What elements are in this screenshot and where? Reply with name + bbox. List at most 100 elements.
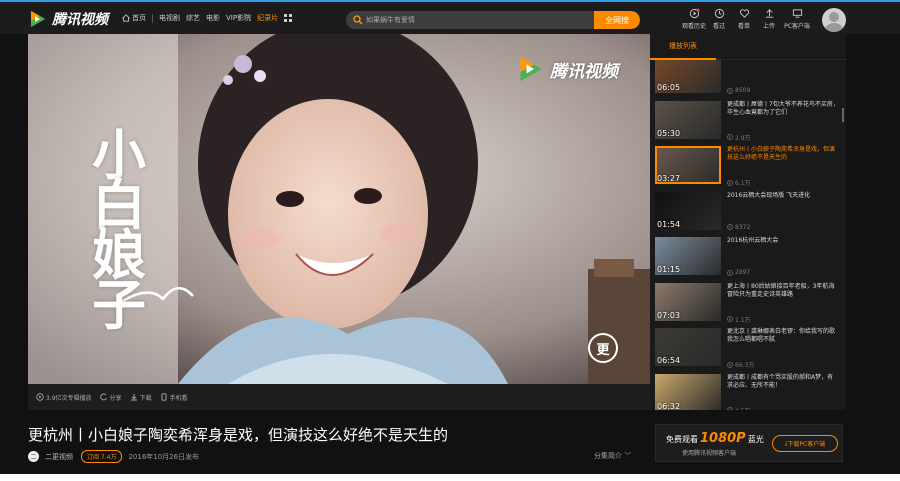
subscribe-badge[interactable]: 订阅 7.4万 [81,450,123,463]
playlist-thumbnail[interactable]: 06:05 [655,60,721,93]
share-button[interactable]: 分享 [99,393,122,402]
promo-suffix: 蓝光 [747,435,764,444]
playlist-play-count: 2.9万 [727,133,751,142]
chevron-down-icon: ﹀ [624,452,632,460]
page-bottom-margin [0,474,900,481]
vertical-title-char: 子 [92,273,146,337]
playlist-item[interactable]: 01:15 2016杭州云栖大会 2897 [655,237,841,281]
playlist-item[interactable]: 03:27 更杭州丨小白娘子陶奕希浑身是戏，但演技这么好绝不是天生的 6.1万 [655,146,841,190]
avatar-body-shape [825,23,843,32]
playlist-duration: 05:30 [657,128,681,138]
logo-text: 腾讯视频 [52,12,108,28]
more-grid-icon[interactable] [284,14,293,22]
nav-variety[interactable]: 综艺 [186,13,200,23]
playlist-item[interactable]: 06:05 8509 [655,60,841,99]
avatar-head-shape [829,12,839,22]
playlist-play-count-value: 8372 [735,223,751,231]
playlist-thumbnail[interactable]: 06:54 [655,328,721,366]
playlist-play-count: 6.1万 [727,178,751,187]
playlist-item[interactable]: 06:54 更北京丨龚琳娜表白老锣：你给我写的歌我怎么唱都唱不腻 66.3万 [655,328,841,372]
episode-intro-label: 分集简介 [594,452,622,460]
video-player[interactable]: 小 白 娘 子 腾讯视频 更 [28,34,650,384]
download-pc-client-button[interactable]: ⤓ 下载PC客户端 [772,435,838,452]
playlist-item[interactable]: 01:54 2016云栖大会现场版 飞天进化 8372 [655,191,841,236]
playlist: 06:05 8509 05:30 更成都丨屌德丨7旬大爷不养花鸟不买房，毕生心血竟都为… [650,60,846,410]
pc-client-button[interactable]: PC客户端 [782,8,812,30]
playlist-play-count-value: 1.1万 [735,316,751,324]
nav-tv[interactable]: 电视剧 [159,13,180,23]
playlist-play-count: 8509 [727,87,750,94]
playlist-thumbnail[interactable]: 01:15 [655,237,721,275]
nav-documentary[interactable]: 纪录片 [257,13,278,23]
user-avatar[interactable] [822,8,846,32]
playlist-thumbnail[interactable]: 06:32 [655,373,721,411]
playlist-item[interactable]: 07:03 更上海丨80后姑娘接百年老船，3年航海冒险只为重走史诗英雄路 1.1万 [655,282,841,327]
playlist-item[interactable]: 06:32 更成都丨成都有个骂实股的郝和A梦，有求必应、无所不能！ 4.5万 [655,373,841,411]
playlist-title[interactable]: 2016云栖大会现场版 飞天进化 [727,192,839,200]
play-count-label: 3.9亿次专辑播放 [46,394,92,402]
promo-prefix: 免费观看 [666,435,698,444]
promo-highlight: 1080P [700,431,746,446]
player-action-bar: 3.9亿次专辑播放 分享 下载 手机看 [28,384,650,410]
download-pc-client-label: 下载PC客户端 [787,441,826,448]
mobile-watch-button[interactable]: 手机看 [160,393,188,402]
play-count-icon [727,224,733,230]
pc-client-label: PC客户端 [784,23,810,30]
download-icon [130,394,137,401]
tab-playlist[interactable]: 播放列表 [650,34,716,60]
home-icon [122,14,130,22]
playlist-title[interactable]: 更杭州丨小白娘子陶奕希浑身是戏，但演技这么好绝不是天生的 [727,146,839,162]
playlist-thumbnail[interactable]: 05:30 [655,100,721,139]
share-label: 分享 [109,394,122,402]
episode-intro-toggle[interactable]: 分集简介 ﹀ [594,451,631,461]
download-button[interactable]: 下载 [130,393,152,402]
playlist-thumbnail[interactable]: 07:03 [655,282,721,321]
promo-headline: 免费观看 1080P 蓝光 [666,431,764,446]
uploader-avatar[interactable]: 二 [28,451,39,462]
nav-movie[interactable]: 电影 [206,13,220,23]
playlist-title[interactable]: 更上海丨80后姑娘接百年老船，3年航海冒险只为重走史诗英雄路 [727,283,839,299]
playlist-play-count-value: 6.1万 [735,180,751,187]
mobile-watch-label: 手机看 [169,394,188,402]
history-button[interactable]: 观看历史 [682,8,706,30]
play-count-icon [727,269,733,276]
video-vertical-title: 小 白 娘 子 [92,128,152,337]
heart-icon [739,9,749,18]
playlist-title[interactable]: 更成都丨成都有个骂实股的郝和A梦，有求必应、无所不能！ [727,374,839,390]
search-bar: 全网搜 [346,11,640,29]
playlist-duration: 03:27 [657,174,681,183]
playlist-scrollbar[interactable] [842,108,844,122]
upload-button[interactable]: 上传 [757,8,781,30]
play-logo-icon [31,11,45,27]
nav-vip[interactable]: VIP影院 [226,13,251,23]
playlist-duration: 06:32 [657,401,681,411]
favorites-button[interactable]: 看单 [732,8,756,30]
playlist-thumbnail[interactable]: 03:27 [655,146,721,184]
watermark-logo-icon [520,57,542,81]
playlist-play-count: 66.3万 [727,360,754,369]
header-tools: 观看历史 看过 看单 上传 PC客户端 [682,8,813,30]
site-logo[interactable]: 腾讯视频 [28,9,118,29]
publish-date: 2016年10月26日发布 [128,452,200,461]
uploader-name[interactable]: 二更视频 [45,452,73,462]
playlist-title[interactable]: 更北京丨龚琳娜表白老锣：你给我写的歌我怎么唱都唱不腻 [727,328,839,344]
playlist-title[interactable]: 2016杭州云栖大会 [727,237,839,245]
nav-home[interactable]: 首页 [122,13,146,23]
search-input[interactable] [366,11,586,29]
nav-divider [152,13,153,23]
playlist-thumbnail[interactable]: 01:54 [655,191,721,230]
watched-button[interactable]: 看过 [707,8,731,30]
search-button[interactable]: 全网搜 [594,11,640,29]
main-area: 小 白 娘 子 腾讯视频 更 3.9亿次专辑播放 分享 下载 手机看 播放列表 … [0,34,900,474]
download-label: 下载 [139,394,152,402]
favorites-label: 看单 [737,23,750,30]
playlist-title[interactable]: 更成都丨屌德丨7旬大爷不养花鸟不买房，毕生心血竟都为了它们 [727,101,839,117]
nav-home-label: 首页 [132,14,146,22]
watermark-text: 腾讯视频 [550,61,618,82]
play-count-icon [727,316,733,322]
playlist-play-count: 8372 [727,224,750,231]
phone-icon [161,393,167,401]
playlist-duration: 06:05 [657,83,681,92]
playlist-item[interactable]: 05:30 更成都丨屌德丨7旬大爷不养花鸟不买房，毕生心血竟都为了它们 2.9万 [655,100,841,145]
play-count-icon [727,179,733,186]
